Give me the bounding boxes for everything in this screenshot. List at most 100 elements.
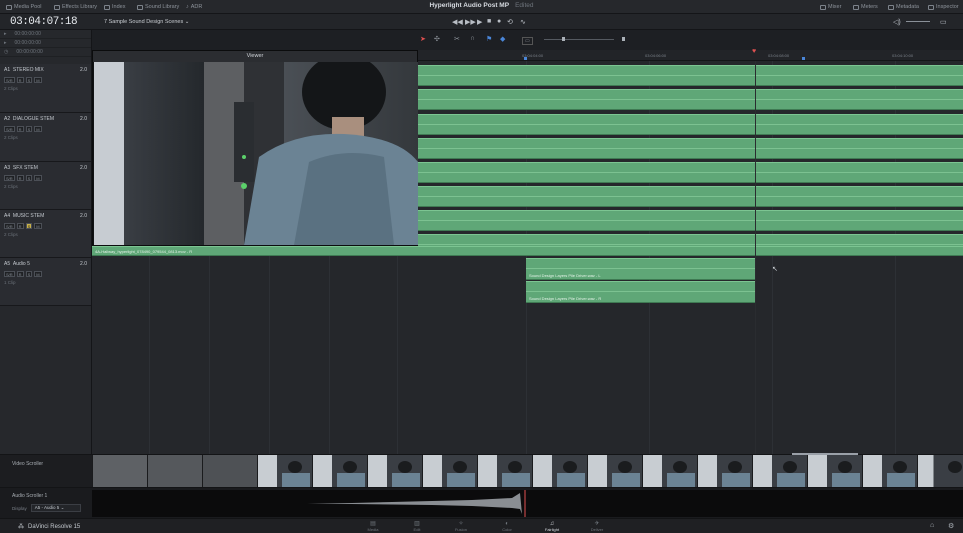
solo-button[interactable]: S [25, 175, 33, 181]
timeline-selector[interactable]: 7 Sample Sound Design Scenes ⌄ [104, 19, 189, 25]
solo-button[interactable]: S [25, 223, 33, 229]
fast-forward-icon[interactable]: ▶▶ [465, 18, 476, 26]
solo-button[interactable]: S [25, 77, 33, 83]
app-brand: ⁂ DaVinci Resolve 15 [18, 523, 81, 531]
record-arm-button[interactable]: R [16, 126, 24, 132]
audio-clip[interactable] [418, 138, 755, 159]
track-header-a2[interactable]: A2 DIALOGUE STEM 2.0 S/R R S M 2 Clips [0, 113, 91, 162]
sr-button[interactable]: S/R [4, 271, 15, 277]
audio-clip[interactable] [756, 114, 963, 135]
loop-icon[interactable]: ⟲ [507, 18, 513, 26]
sr-button[interactable]: S/R [4, 175, 15, 181]
solo-button[interactable]: S [25, 126, 33, 132]
zoom-slider-handle-2[interactable] [622, 37, 625, 41]
track-name: A1 STEREO MIX [4, 67, 44, 73]
marker-icon[interactable] [524, 57, 527, 60]
mouse-cursor-icon: ↖ [772, 266, 778, 273]
audio-clip[interactable] [756, 162, 963, 183]
mixer-button[interactable]: Mixer [820, 3, 841, 11]
sr-button[interactable]: S/R [4, 126, 15, 132]
page-deliver[interactable]: ✈ Deliver [582, 521, 612, 532]
automation-icon[interactable]: ∿ [520, 18, 526, 26]
zoom-slider[interactable] [544, 39, 614, 40]
audio-clip-a5-left[interactable]: Sound Design Layers Pile Driver.wav - L [526, 258, 755, 280]
audio-clip[interactable] [418, 186, 755, 207]
record-arm-button[interactable]: R [16, 77, 24, 83]
record-arm-button[interactable]: R [16, 223, 24, 229]
record-arm-button[interactable]: R [16, 175, 24, 181]
page-edit[interactable]: ▥ Edit [402, 521, 432, 532]
zoom-mode-button[interactable]: ▭ [522, 37, 533, 45]
mute-button[interactable]: M [34, 126, 42, 132]
mute-button[interactable]: M [34, 175, 42, 181]
display-track-select[interactable]: A5 - Audio 5 ⌄ [30, 504, 81, 512]
metadata-button[interactable]: Metadata [888, 3, 919, 11]
ruler-tick: 03:04:06:00 [645, 53, 667, 58]
track-name: A4 MUSIC STEM [4, 213, 45, 219]
record-arm-button[interactable]: R [16, 271, 24, 277]
page-fusion[interactable]: ✧ Fusion [446, 521, 476, 532]
audio-clip[interactable] [756, 186, 963, 207]
audio-clip[interactable] [756, 138, 963, 159]
mute-button[interactable]: M [34, 77, 42, 83]
range-icon[interactable]: ✣ [434, 35, 440, 43]
volume-slider[interactable] [906, 21, 930, 22]
tc-row: ▸ 00:00:00:00 [0, 30, 91, 39]
home-icon[interactable]: ⌂ [930, 522, 934, 529]
track-header-a4[interactable]: A4 MUSIC STEM 2.0 S/R R S M 2 Clips [0, 210, 91, 258]
sr-button[interactable]: S/R [4, 223, 15, 229]
audio-clip[interactable] [756, 210, 963, 231]
mute-button[interactable]: M [34, 271, 42, 277]
play-icon[interactable]: ▶ [477, 18, 482, 26]
audio-clip[interactable] [418, 89, 755, 110]
keyboard-icon[interactable]: ▭ [940, 18, 947, 26]
audio-clip-a4[interactable]: 4A-Hallway_hyperlight_078490_079544_0813… [92, 246, 963, 256]
track-header-a1[interactable]: A1 STEREO MIX 2.0 S/R R S M 2 Clips [0, 64, 91, 113]
audio-clip[interactable] [418, 162, 755, 183]
audio-clip[interactable] [418, 114, 755, 135]
settings-gear-icon[interactable]: ⚙ [948, 522, 954, 530]
viewer-window[interactable]: Viewer [92, 50, 418, 246]
razor-icon[interactable]: ✂ [454, 35, 460, 43]
tc-row: ▸ 00:00:00:00 [0, 39, 91, 48]
video-scroller[interactable]: Video Scroller [0, 453, 963, 488]
page-media[interactable]: ▤ Media [358, 521, 388, 532]
audio-scroller-label: Audio Scroller 1 [12, 493, 48, 499]
audio-clip[interactable] [418, 210, 755, 231]
playhead-marker-icon[interactable]: ♥ [752, 48, 756, 55]
page-color[interactable]: ◐ Color [492, 521, 522, 532]
volume-icon[interactable]: ◁) [893, 18, 901, 26]
audio-scroller[interactable]: Audio Scroller 1 Display A5 - Audio 5 ⌄ [0, 487, 963, 518]
top-toolbar: Media Pool Effects Library Index Sound L… [0, 0, 963, 14]
marker-icon[interactable] [802, 57, 805, 60]
scroller-range-handle[interactable] [792, 453, 858, 455]
record-icon[interactable]: ● [497, 18, 501, 25]
track-header-a3[interactable]: A3 SFX STEM 2.0 S/R R S M 2 Clips [0, 162, 91, 210]
pointer-icon[interactable]: ➤ [420, 35, 426, 43]
marker-icon[interactable]: ◆ [500, 35, 505, 43]
page-fairlight[interactable]: ♫ Fairlight [537, 521, 567, 532]
video-frame [94, 62, 418, 245]
stop-icon[interactable]: ■ [487, 18, 491, 25]
rewind-icon[interactable]: ◀◀ [452, 18, 463, 26]
page-navigation-bar: ⁂ DaVinci Resolve 15 ▤ Media ▥ Edit ✧ Fusion… [0, 518, 963, 533]
timeline-header-bar: 03:04:07:18 7 Sample Sound Design Scenes… [0, 14, 963, 30]
tc-row: ◷ 00:00:00:00 [0, 48, 91, 57]
mute-button[interactable]: M [34, 223, 42, 229]
inspector-button[interactable]: Inspector [928, 3, 959, 11]
solo-button[interactable]: S [25, 271, 33, 277]
audio-clip[interactable] [756, 89, 963, 110]
sr-button[interactable]: S/R [4, 77, 15, 83]
track-name: A2 DIALOGUE STEM [4, 116, 55, 122]
audio-waveform[interactable] [92, 490, 963, 517]
audio-clip-a5-right[interactable]: Sound Design Layers Pile Driver.wav - R [526, 281, 755, 303]
zoom-slider-handle[interactable] [562, 37, 565, 41]
audio-clip[interactable] [756, 65, 963, 86]
flag-icon[interactable]: ⚑ [486, 35, 492, 43]
audio-clip[interactable] [418, 65, 755, 86]
davinci-logo-icon: ⁂ [18, 524, 24, 530]
track-header-a5[interactable]: A5 Audio 5 2.0 S/R R S M 1 Clip [0, 258, 91, 306]
snap-icon[interactable]: ∩ [470, 35, 475, 42]
video-thumbnail-strip[interactable] [92, 453, 963, 488]
meters-button[interactable]: Meters [853, 3, 878, 11]
